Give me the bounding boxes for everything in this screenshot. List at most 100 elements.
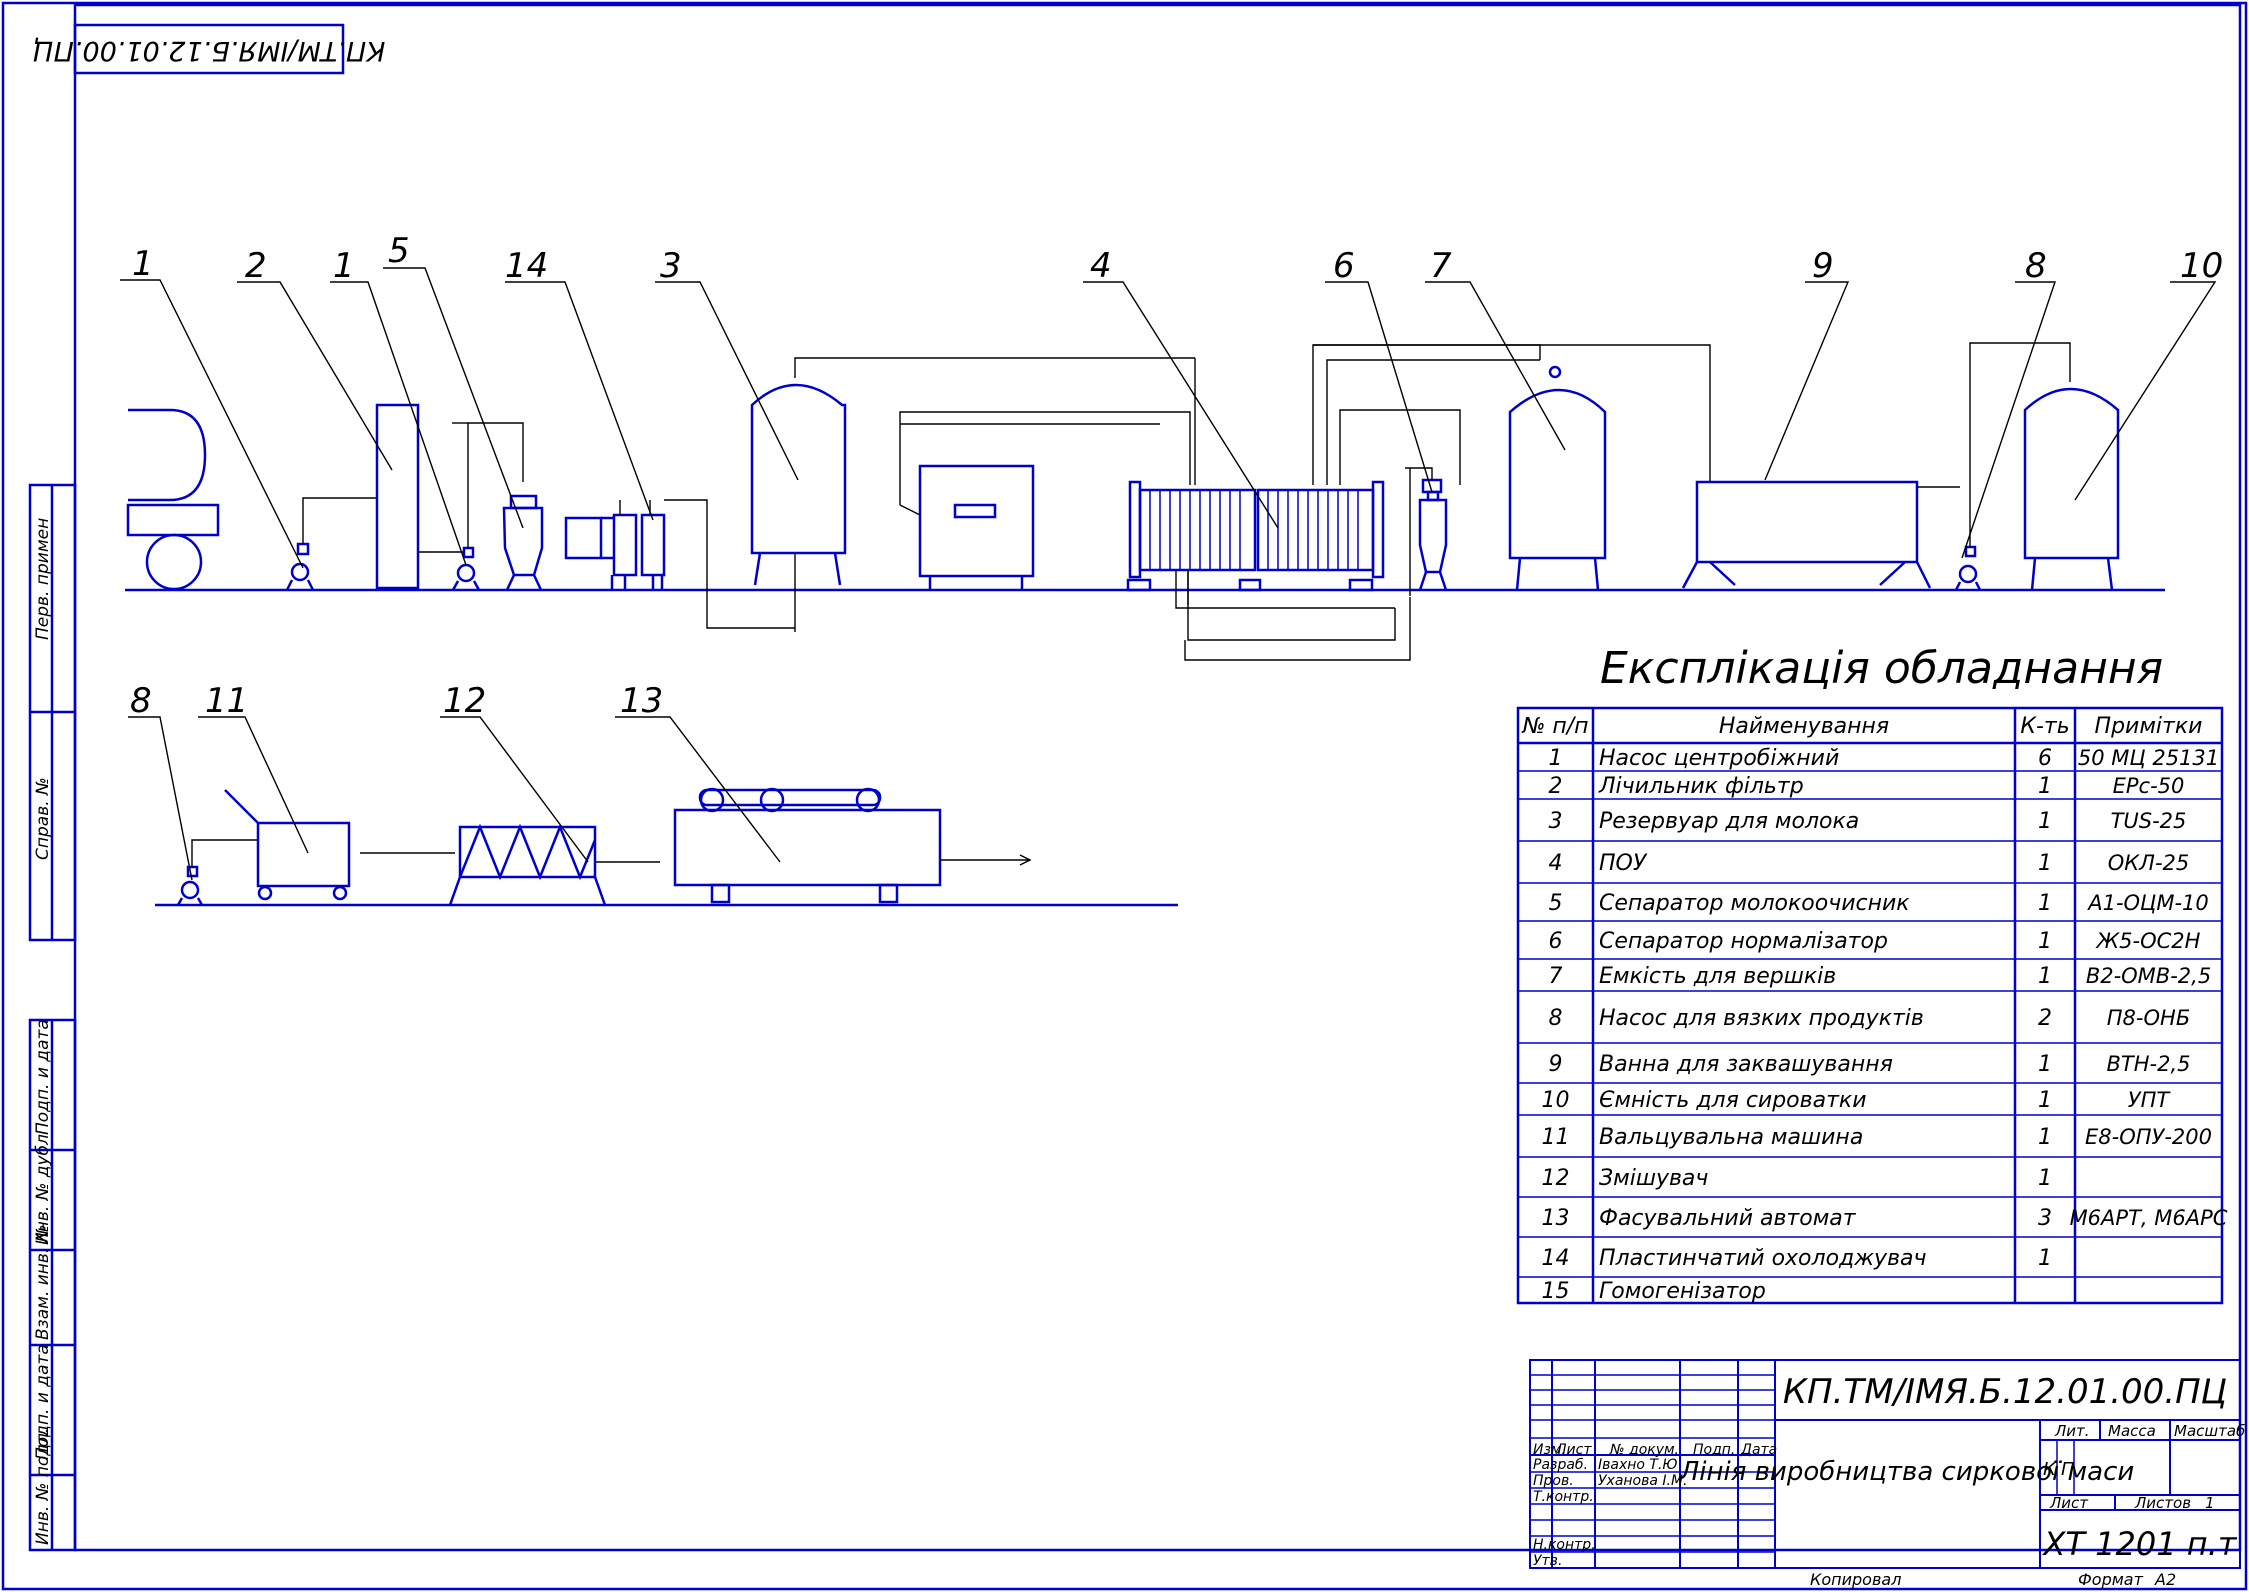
side-label-sprav: Справ. № — [33, 777, 53, 860]
footer-copied: Копировал — [1810, 1570, 1901, 1589]
legend-row-14-qty: 1 — [2038, 1246, 2052, 1271]
milk-tanker — [126, 408, 220, 591]
pump-1a — [285, 497, 378, 591]
legend-row-15-name: Гомогенізатор — [1599, 1279, 1766, 1304]
tb-lit-label: Лит. — [2054, 1422, 2090, 1440]
title-block: КП.ТМ/ІМЯ.Б.12.01.00.ПЦ Лінія виробництв… — [1529, 1359, 2245, 1589]
legend-row-3-name: Резервуар для молока — [1599, 809, 1859, 834]
tb-role-prov: Пров. — [1533, 1473, 1574, 1489]
legend-row-11-note: Е8-ОПУ-200 — [2085, 1125, 2212, 1149]
legend-row-7-qty: 1 — [2038, 964, 2052, 989]
plate-cooler-14 — [564, 499, 795, 629]
tb-lit-k: К — [2043, 1459, 2057, 1480]
legend-row-1-note: 50 МЦ 25131 — [2078, 746, 2219, 770]
tb-col-data: Дата — [1740, 1442, 1777, 1458]
pump-8a — [1954, 342, 2071, 591]
process-row-1 — [125, 342, 2165, 661]
legend-row-1-number: 1 — [1549, 746, 1563, 771]
legend-row-4-qty: 1 — [2038, 851, 2052, 876]
legend-row-10-note: УПТ — [2128, 1088, 2172, 1112]
mixer-12 — [448, 823, 660, 906]
callout-2: 2 — [245, 246, 267, 286]
legend-row-13-number: 13 — [1542, 1206, 1570, 1231]
legend-header-0: № п/п — [1521, 714, 1588, 739]
process-row-2 — [155, 787, 1178, 907]
equipment-legend: Експлікація обладнання № п/п Найменування… — [1516, 643, 2228, 1305]
pump-1b — [451, 422, 524, 591]
legend-row-12-number: 12 — [1542, 1166, 1570, 1191]
legend-title: Експлікація обладнання — [1600, 643, 2163, 694]
legend-row-8-name: Насос для вязких продуктів — [1599, 1006, 1924, 1031]
legend-row-5-note: А1-ОЦМ-10 — [2086, 891, 2209, 915]
cream-tank-7 — [1508, 365, 1607, 591]
legend-row-10-number: 10 — [1542, 1088, 1570, 1113]
legend-text: № п/п Найменування К-ть Примітки 1 Насос цент… — [1521, 714, 2227, 1304]
legend-row-2-number: 2 — [1549, 774, 1563, 799]
callout-9: 9 — [1812, 246, 1834, 286]
tb-sheets-value: 1 — [2205, 1494, 2215, 1512]
side-label-inv-podl: Инв. № подл. — [33, 1428, 53, 1545]
legend-row-10-qty: 1 — [2038, 1088, 2052, 1113]
legend-row-7-name: Емкість для вершків — [1599, 964, 1836, 989]
legend-row-15-number: 15 — [1542, 1279, 1570, 1304]
whey-tank-10 — [2023, 387, 2120, 591]
separator-normalizer-6 — [1405, 467, 1448, 596]
callout-11: 11 — [205, 681, 248, 721]
legend-row-4-note: ОКЛ-25 — [2108, 851, 2190, 875]
legend-row-10-name: Ємність для сироватки — [1599, 1088, 1867, 1113]
legend-header-2: К-ть — [2020, 714, 2069, 739]
legend-row-9-number: 9 — [1549, 1052, 1563, 1077]
roller-mill-11 — [224, 789, 455, 901]
drawing-frame: КП.ТМ/ІМЯ.Б.12.01.00.ПЦ Перв. примен Спр… — [1, 1, 2248, 1591]
technical-drawing: КП.ТМ/ІМЯ.Б.12.01.00.ПЦ Перв. примен Спр… — [1, 1, 2248, 1591]
tb-sheet-label: Лист — [2049, 1494, 2089, 1512]
callout-8a: 8 — [2025, 246, 2047, 286]
tb-lit-p: П — [2061, 1459, 2075, 1480]
tb-role-razrab: Разраб. — [1533, 1457, 1588, 1473]
legend-row-4-name: ПОУ — [1599, 851, 1648, 876]
callout-5: 5 — [388, 231, 410, 271]
curd-vat-9 — [1681, 480, 1960, 589]
tb-name-razrab: Івахно Т.Ю — [1598, 1457, 1678, 1473]
legend-row-6-qty: 1 — [2038, 929, 2052, 954]
legend-row-2-qty: 1 — [2038, 774, 2052, 799]
legend-row-13-name: Фасувальний автомат — [1599, 1206, 1857, 1231]
tb-name-prov: Уханова І.М. — [1598, 1473, 1688, 1489]
callout-13: 13 — [620, 681, 663, 721]
tb-role-nkontr: Н.контр. — [1533, 1537, 1596, 1553]
meter-filter-2 — [375, 403, 420, 590]
side-label-podp-data-1: Подп. и дата — [33, 1019, 53, 1135]
callout-12: 12 — [443, 681, 486, 721]
legend-row-12-name: Змішувач — [1599, 1166, 1708, 1191]
filling-machine-13 — [673, 787, 1032, 904]
legend-row-13-note: М6АРТ, М6АРС — [2070, 1206, 2228, 1230]
legend-row-8-qty: 2 — [2038, 1006, 2052, 1031]
tb-col-dokum: № докум. — [1609, 1442, 1679, 1458]
legend-row-6-name: Сепаратор нормалізатор — [1599, 929, 1888, 954]
legend-row-7-number: 7 — [1549, 964, 1563, 989]
tb-doc-code: КП.ТМ/ІМЯ.Б.12.01.00.ПЦ — [1783, 1372, 2227, 1412]
legend-row-13-qty: 3 — [2038, 1206, 2052, 1231]
footer-format: Формат — [2078, 1570, 2144, 1589]
legend-row-5-name: Сепаратор молокоочисник — [1599, 891, 1910, 916]
legend-row-7-note: В2-ОМВ-2,5 — [2086, 964, 2211, 988]
legend-row-11-qty: 1 — [2038, 1125, 2052, 1150]
legend-row-3-qty: 1 — [2038, 809, 2052, 834]
callout-7: 7 — [1430, 246, 1452, 286]
legend-row-8-number: 8 — [1549, 1006, 1563, 1031]
legend-row-9-name: Ванна для заквашування — [1599, 1052, 1893, 1077]
callout-1a: 1 — [132, 244, 154, 284]
legend-header-3: Примітки — [2095, 714, 2203, 739]
tb-org: ХТ 1201 п.т — [2042, 1525, 2238, 1563]
tb-scale-label: Масштаб — [2174, 1422, 2245, 1440]
tb-role-utv: Утв. — [1533, 1553, 1562, 1569]
footer-format-value: А2 — [2154, 1570, 2176, 1589]
legend-row-2-note: ЕРс-50 — [2113, 774, 2185, 798]
top-stamp: КП.ТМ/ІМЯ.Б.12.01.00.ПЦ — [33, 35, 386, 66]
tb-mass-label: Масса — [2108, 1422, 2156, 1440]
separator-5 — [502, 494, 544, 591]
side-label-perv-primen: Перв. примен — [33, 518, 53, 640]
legend-row-2-name: Лічильник фільтр — [1598, 774, 1804, 799]
callout-10: 10 — [2180, 246, 2223, 286]
legend-row-6-note: Ж5-ОС2Н — [2095, 929, 2201, 953]
